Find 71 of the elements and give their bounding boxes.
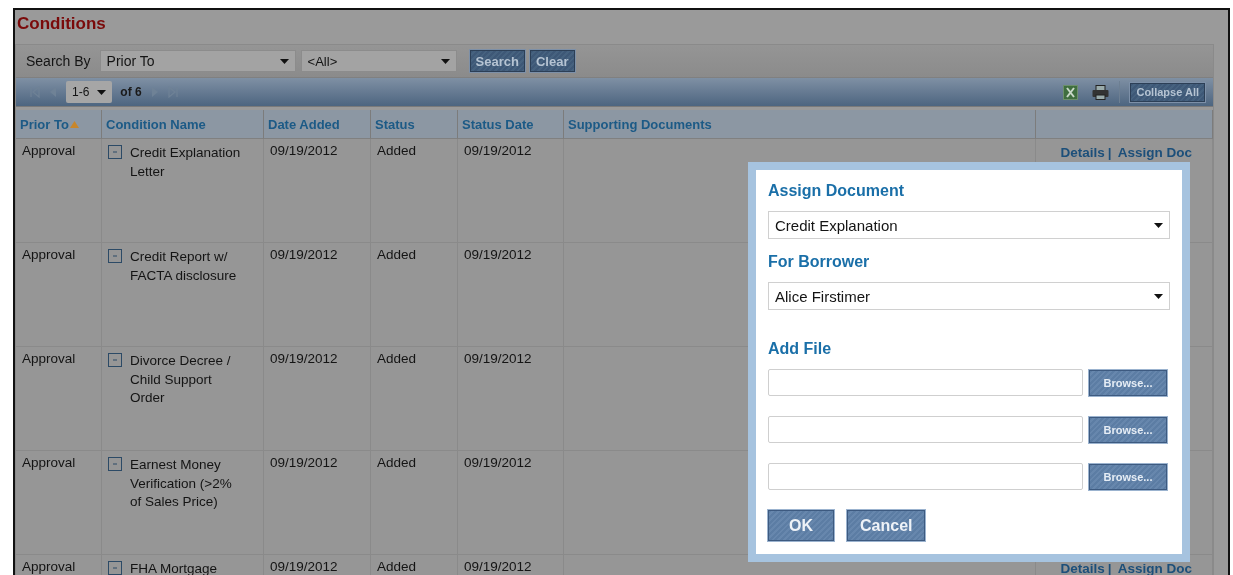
add-file-label: Add File [768, 340, 833, 358]
search-field-dropdown[interactable]: Prior To [99, 50, 296, 72]
caret-icon [1154, 222, 1163, 228]
ok-button[interactable]: OK [768, 510, 834, 541]
table-cell: 09/19/2012 [264, 243, 371, 347]
assign-doc-link[interactable]: Assign Doc [1117, 145, 1192, 160]
table-cell: 09/19/2012 [458, 347, 564, 451]
browse-button[interactable]: Browse... [1089, 463, 1167, 490]
collapse-icon[interactable] [108, 561, 122, 575]
column-header[interactable]: Date Added [264, 110, 371, 139]
table-cell: Added [371, 451, 458, 555]
column-header[interactable]: Condition Name [102, 110, 264, 139]
column-header[interactable]: Status [371, 110, 458, 139]
table-cell: 09/19/2012 [458, 555, 564, 575]
dialog-title: Assign Document [768, 182, 905, 200]
search-button[interactable]: Search [469, 50, 525, 72]
clear-button[interactable]: Clear [529, 50, 575, 72]
table-cell: 09/19/2012 [458, 139, 564, 243]
spreadsheet-icon[interactable] [1063, 84, 1079, 100]
document-dropdown[interactable]: Credit Explanation [768, 211, 1170, 239]
search-label: Search By [26, 53, 91, 69]
details-link[interactable]: Details [1060, 561, 1105, 575]
borrower-dropdown[interactable]: Alice Firstimer [768, 282, 1170, 310]
page-title: Conditions [16, 14, 107, 35]
condition-name: Credit Explanation Letter [130, 144, 242, 181]
printer-icon[interactable] [1092, 84, 1110, 100]
page-total: of 6 [120, 85, 142, 99]
table-cell: Approval [16, 139, 102, 243]
condition-name: Credit Report w/ FACTA disclosure [130, 248, 238, 285]
column-header[interactable]: Prior To [16, 110, 102, 139]
table-cell: 09/19/2012 [264, 347, 371, 451]
borrower-label: For Borrower [768, 253, 871, 271]
condition-name: Earnest Money Verification (>2% of Sales Price) [130, 456, 233, 511]
condition-name: Divorce Decree / Child Support Order [130, 352, 232, 407]
sort-ascending-icon [69, 120, 79, 128]
link-separator: | [1107, 145, 1112, 160]
table-cell: Approval [16, 243, 102, 347]
search-value-dropdown[interactable]: <All> [300, 50, 457, 72]
assign-doc-link[interactable]: Assign Doc [1117, 561, 1192, 575]
table-cell: Added [371, 347, 458, 451]
cancel-button[interactable]: Cancel [847, 510, 926, 541]
caret-icon [440, 58, 450, 64]
condition-name: FHA Mortgage [130, 560, 219, 575]
table-cell: 09/19/2012 [264, 139, 371, 243]
file-path-field[interactable] [768, 463, 1083, 490]
table-cell: Added [371, 139, 458, 243]
table-cell: 09/19/2012 [458, 451, 564, 555]
table-cell: Added [371, 243, 458, 347]
collapse-icon[interactable] [108, 353, 122, 367]
collapse-all-button[interactable]: Collapse All [1130, 82, 1205, 102]
caret-icon [279, 58, 289, 64]
page-range-dropdown[interactable]: 1-6 [66, 81, 113, 103]
details-link[interactable]: Details [1060, 145, 1105, 160]
file-path-field[interactable] [768, 416, 1083, 443]
collapse-icon[interactable] [108, 145, 122, 159]
table-cell: Approval [16, 451, 102, 555]
collapse-icon[interactable] [108, 457, 122, 471]
collapse-icon[interactable] [108, 249, 122, 263]
caret-icon [1154, 293, 1163, 299]
column-header[interactable]: Supporting Documents [564, 110, 1036, 139]
column-header[interactable]: Status Date [458, 110, 564, 139]
caret-icon [97, 89, 107, 95]
table-cell: 09/19/2012 [264, 451, 371, 555]
table-cell: 09/19/2012 [264, 555, 371, 575]
browse-button[interactable]: Browse... [1089, 369, 1167, 396]
table-cell: Approval [16, 555, 102, 575]
table-cell: Approval [16, 347, 102, 451]
browse-button[interactable]: Browse... [1089, 416, 1167, 443]
file-path-field[interactable] [768, 369, 1083, 396]
table-cell: 09/19/2012 [458, 243, 564, 347]
table-cell: Added [371, 555, 458, 575]
